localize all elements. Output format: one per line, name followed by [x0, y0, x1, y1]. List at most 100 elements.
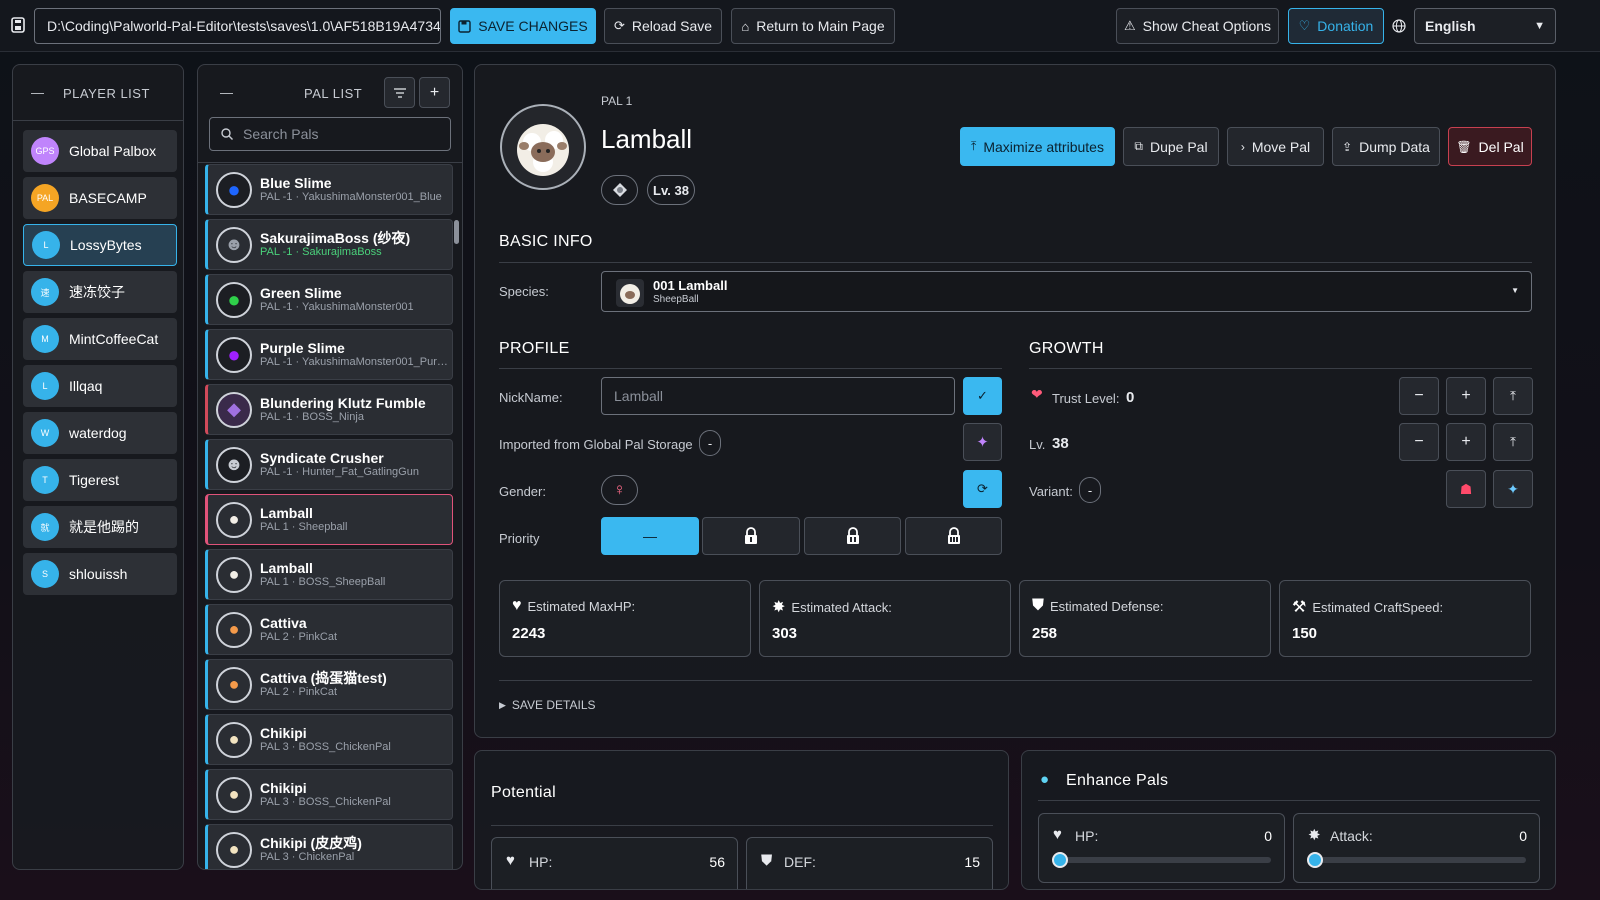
priority-lock-3-button[interactable]: [905, 517, 1002, 555]
maximize-attributes-button[interactable]: ⤒ Maximize attributes: [960, 127, 1115, 166]
save-details-toggle[interactable]: ▶ SAVE DETAILS: [499, 698, 596, 712]
pal-name: Chikipi: [260, 780, 307, 796]
pal-list-divider: [198, 162, 462, 163]
enhance-hp-slider-handle[interactable]: [1052, 852, 1068, 868]
player-name: BASECAMP: [69, 190, 147, 206]
level-increase-button[interactable]: +: [1446, 423, 1486, 461]
level-badge: Lv. 38: [647, 175, 695, 205]
pal-avatar: [500, 104, 586, 190]
search-box[interactable]: Search Pals: [209, 117, 451, 151]
enhance-attack-value: 0: [1519, 828, 1527, 844]
boss-toggle-button[interactable]: ☗: [1446, 470, 1486, 508]
species-name: 001 Lamball: [653, 278, 728, 293]
player-item[interactable]: L Illqaq: [23, 365, 177, 407]
donation-button[interactable]: ♡ Donation: [1288, 8, 1384, 44]
stat-label: Estimated Defense:: [1050, 598, 1164, 614]
plus-icon: +: [429, 83, 440, 101]
pal-subtitle: PAL -1 · BOSS_Ninja: [260, 411, 364, 423]
pal-name: SakurajimaBoss (纱夜): [260, 230, 411, 246]
dupe-pal-button[interactable]: ⧉ Dupe Pal: [1123, 127, 1219, 166]
pal-list-item[interactable]: ● Lamball PAL 1 · Sheepball: [205, 494, 453, 545]
dna-icon: ✦: [976, 434, 989, 451]
pal-subtitle: PAL -1 · YakushimaMonster001_Blue: [260, 191, 442, 203]
player-item[interactable]: M MintCoffeeCat: [23, 318, 177, 360]
save-path-field[interactable]: D:\Coding\Palworld-Pal-Editor\tests\save…: [34, 8, 441, 44]
player-item[interactable]: PAL BASECAMP: [23, 177, 177, 219]
potential-hp-value: 56: [709, 854, 725, 870]
pal-name: Chikipi (皮皮鸡): [260, 835, 362, 851]
pal-list-item[interactable]: ● Cattiva (捣蛋猫test) PAL 2 · PinkCat: [205, 659, 453, 710]
pal-list-item[interactable]: ● Lamball PAL 1 · BOSS_SheepBall: [205, 549, 453, 600]
player-item[interactable]: 速速冻饺子: [23, 271, 177, 313]
priority-lock-1-button[interactable]: [702, 517, 800, 555]
pal-subtitle: PAL -1 · YakushimaMonster001_Purple: [260, 356, 450, 368]
globe-icon: [1392, 19, 1406, 33]
pal-text: SakurajimaBoss (纱夜) PAL -1 · SakurajimaBo…: [260, 230, 410, 259]
species-select[interactable]: 001 Lamball SheepBall ▼: [601, 271, 1532, 312]
sakurajima-icon: ☻: [216, 226, 252, 263]
player-item[interactable]: GPS Global Palbox: [23, 130, 177, 172]
enhance-hp-slider-track[interactable]: [1059, 857, 1271, 863]
level-decrease-button[interactable]: −: [1399, 423, 1439, 461]
variant-label: Variant:: [1029, 484, 1073, 499]
pal-list-item[interactable]: ● Cattiva PAL 2 · PinkCat: [205, 604, 453, 655]
nickname-label: NickName:: [499, 390, 563, 405]
stat-title: ♥ Estimated MaxHP:: [512, 597, 635, 615]
trust-max-button[interactable]: ⤒: [1493, 377, 1533, 415]
player-item[interactable]: 就就是他踢的: [23, 506, 177, 548]
pal-list-collapse[interactable]: —: [220, 85, 234, 100]
pal-text: Blue Slime PAL -1 · YakushimaMonster001_B…: [260, 175, 442, 204]
add-pal-button[interactable]: +: [419, 77, 450, 108]
pal-list-item[interactable]: ● Chikipi (皮皮鸡) PAL 3 · ChickenPal: [205, 824, 453, 869]
priority-lock-2-button[interactable]: [804, 517, 901, 555]
lock-icon: [846, 527, 859, 544]
level-max-button[interactable]: ⤒: [1493, 423, 1533, 461]
player-list-collapse[interactable]: —: [31, 85, 45, 100]
ninja-icon: ◆: [216, 391, 252, 428]
pal-list-scrollbar[interactable]: [454, 220, 459, 244]
show-cheat-button[interactable]: ⚠ Show Cheat Options: [1116, 8, 1279, 44]
pal-text: Lamball PAL 1 · Sheepball: [260, 505, 347, 534]
language-select[interactable]: English ▼: [1414, 8, 1556, 44]
filter-button[interactable]: [384, 77, 415, 108]
player-item[interactable]: T Tigerest: [23, 459, 177, 501]
element-badge: [601, 175, 638, 205]
move-pal-button[interactable]: › Move Pal: [1227, 127, 1324, 166]
reload-save-button[interactable]: ⟳ Reload Save: [604, 8, 722, 44]
pal-list-item[interactable]: ◆ Blundering Klutz Fumble PAL -1 · BOSS_Ni…: [205, 384, 453, 435]
del-pal-button[interactable]: 🗑 Del Pal: [1448, 127, 1532, 166]
return-main-button[interactable]: ⌂ Return to Main Page: [731, 8, 895, 44]
dump-data-button[interactable]: ⇪ Dump Data: [1332, 127, 1440, 166]
level-value: 38: [1052, 435, 1069, 452]
upload-icon: ⇪: [1342, 139, 1353, 154]
trust-increase-button[interactable]: +: [1446, 377, 1486, 415]
pal-list-item[interactable]: ☻ SakurajimaBoss (纱夜) PAL -1 · SakurajimaB…: [205, 219, 453, 270]
hammer-icon: ⚒: [1292, 599, 1307, 616]
player-item[interactable]: Sshlouissh: [23, 553, 177, 595]
pal-list-item[interactable]: ● Blue Slime PAL -1 · YakushimaMonster001_…: [205, 164, 453, 215]
enhance-attack-slider-handle[interactable]: [1307, 852, 1323, 868]
stat-label: Estimated CraftSpeed:: [1312, 599, 1444, 615]
pal-list-item[interactable]: ● Chikipi PAL 3 · BOSS_ChickenPal: [205, 769, 453, 820]
pal-subtitle: PAL -1 · SakurajimaBoss: [260, 246, 382, 258]
gender-swap-button[interactable]: ⟳: [963, 470, 1002, 508]
species-icon: [616, 279, 644, 307]
save-changes-button[interactable]: SAVE CHANGES: [450, 8, 596, 44]
trust-decrease-button[interactable]: −: [1399, 377, 1439, 415]
chikipi-icon: ●: [216, 776, 252, 813]
priority-normal-button[interactable]: —: [601, 517, 699, 555]
enhance-attack-slider-track[interactable]: [1314, 857, 1526, 863]
pal-list-item[interactable]: ● Green Slime PAL -1 · YakushimaMonster001: [205, 274, 453, 325]
pal-list-item[interactable]: ● Purple Slime PAL -1 · YakushimaMonster00…: [205, 329, 453, 380]
maximize-icon: ⤒: [971, 139, 977, 153]
search-placeholder: Search Pals: [243, 126, 319, 142]
player-item[interactable]: L LossyBytes: [23, 224, 177, 266]
pal-list-item[interactable]: ● Chikipi PAL 3 · BOSS_ChickenPal: [205, 714, 453, 765]
nickname-confirm-button[interactable]: ✓: [963, 377, 1002, 415]
import-toggle-button[interactable]: ✦: [963, 423, 1002, 461]
pal-text: Chikipi PAL 3 · BOSS_ChickenPal: [260, 725, 391, 754]
player-item[interactable]: Wwaterdog: [23, 412, 177, 454]
nickname-input[interactable]: Lamball: [601, 377, 955, 415]
pal-list-item[interactable]: ☻ Syndicate Crusher PAL -1 · Hunter_Fat_Ga…: [205, 439, 453, 490]
lucky-toggle-button[interactable]: ✦: [1493, 470, 1533, 508]
